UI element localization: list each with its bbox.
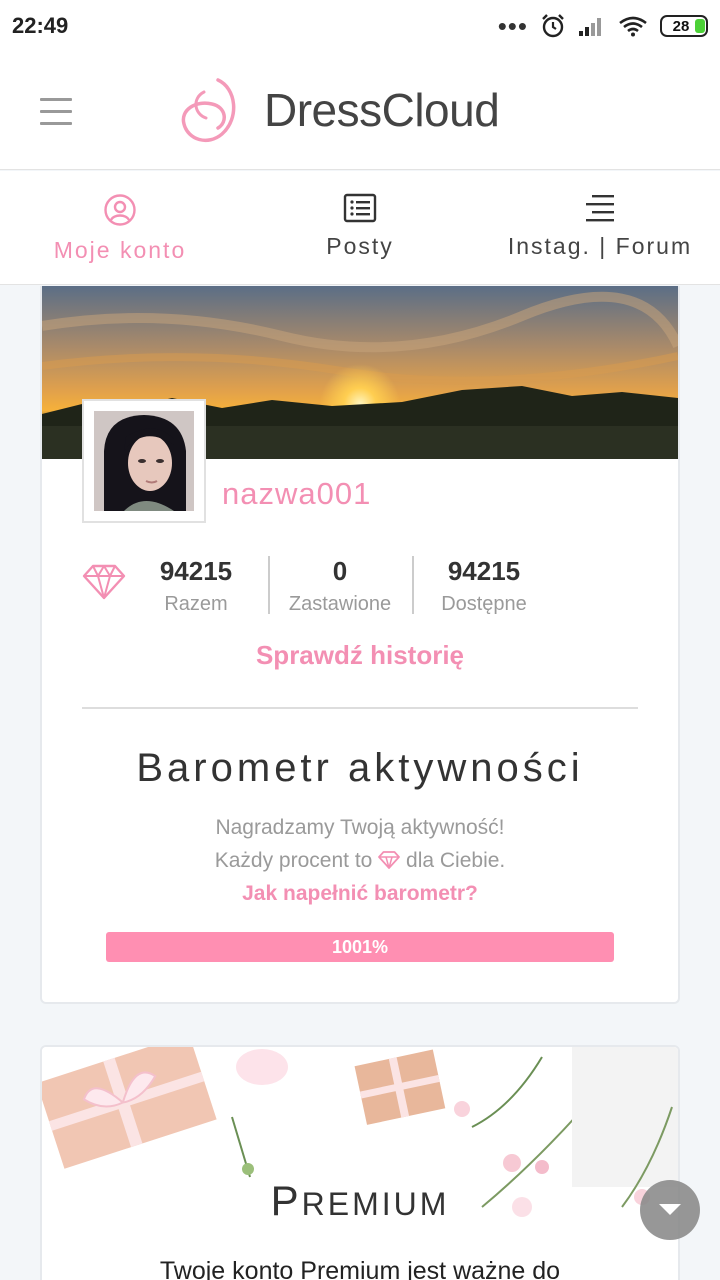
stat-value: 0 <box>332 556 348 586</box>
battery-indicator: 28 <box>660 15 708 37</box>
signal-icon <box>579 18 601 36</box>
stat-zastawione: 0 Zastawione <box>270 556 410 616</box>
how-to-fill-barometer-link[interactable]: Jak napełnić barometr? <box>42 882 678 906</box>
premium-title: PREMIUM <box>42 1177 678 1225</box>
barometer-description-line2: Każdy procent to dla Ciebie. <box>42 849 678 873</box>
title-cap: P <box>270 1177 302 1224</box>
diamond-icon <box>378 851 401 869</box>
avatar[interactable] <box>82 399 206 523</box>
text-fragment: dla Ciebie. <box>406 849 506 872</box>
stat-label: Razem <box>164 593 228 615</box>
text-fragment: Każdy procent to <box>214 849 373 872</box>
more-notifications-icon: ••• <box>497 11 528 41</box>
points-stats: 94215 Razem 0 Zastawione 94215 Dostępne <box>82 556 642 616</box>
diamond-icon <box>82 564 126 600</box>
stat-value: 94215 <box>159 556 233 586</box>
divider <box>82 707 638 709</box>
tab-label: Posty <box>326 233 394 259</box>
user-circle-icon <box>104 194 136 226</box>
scroll-down-button[interactable] <box>640 1180 700 1240</box>
username[interactable]: nazwa001 <box>222 476 371 512</box>
tab-instag-forum[interactable]: Instag. | Forum <box>480 171 720 284</box>
barometer-description: Nagradzamy Twoją aktywność! <box>215 816 505 839</box>
stat-label: Zastawione <box>288 593 392 615</box>
barometer-progress-bar: 1001% <box>106 932 614 962</box>
stat-razem: 94215 Razem <box>126 556 266 616</box>
premium-validity-text: Twoje konto Premium jest ważne do <box>159 1257 561 1280</box>
stat-dostepne: 94215 Dostępne <box>414 556 554 616</box>
tab-posty[interactable]: Posty <box>240 171 480 284</box>
list-icon <box>343 193 377 223</box>
profile-card: nazwa001 94215 Razem 0 Zastawione 94215 … <box>40 286 680 1004</box>
dresscloud-logo-icon <box>181 78 236 143</box>
menu-lines-icon <box>586 195 614 222</box>
chevron-down-icon <box>659 1204 681 1215</box>
stat-label: Dostępne <box>441 593 527 615</box>
logo[interactable]: DressCloud <box>178 74 500 146</box>
hamburger-menu-icon[interactable] <box>40 98 72 125</box>
alarm-icon <box>542 14 564 38</box>
check-history-link[interactable]: Sprawdź historię <box>42 640 678 671</box>
tab-label: Moje konto <box>53 237 187 263</box>
brand-name: DressCloud <box>264 84 500 136</box>
main-tabs: Moje konto Posty Instag. | Forum <box>0 171 720 285</box>
status-time: 22:49 <box>12 13 69 38</box>
app-header: DressCloud <box>0 52 720 170</box>
progress-fill: 1001% <box>106 932 614 962</box>
stat-value: 94215 <box>447 556 521 586</box>
wifi-icon <box>619 16 647 37</box>
barometer-title: Barometr aktywności <box>136 746 584 790</box>
tab-moje-konto[interactable]: Moje konto <box>0 171 240 284</box>
premium-banner-image <box>42 1047 678 1280</box>
premium-card: PREMIUM Twoje konto Premium jest ważne d… <box>40 1045 680 1280</box>
status-bar: 22:49 ••• 28 <box>0 0 720 52</box>
title-rest: REMIUM <box>301 1186 450 1222</box>
tab-label: Instag. | Forum <box>507 233 693 259</box>
battery-level: 28 <box>672 17 690 35</box>
